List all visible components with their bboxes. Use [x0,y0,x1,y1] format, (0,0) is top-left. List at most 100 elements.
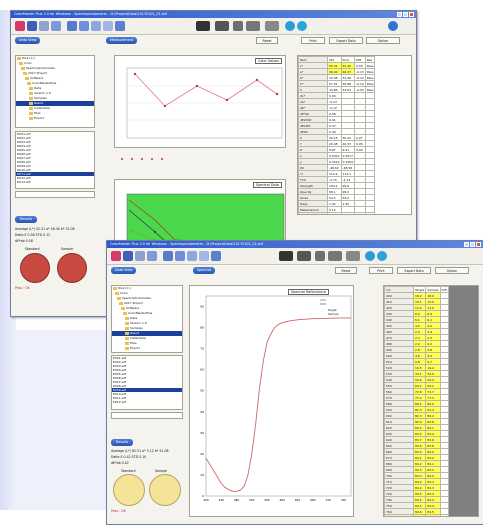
tool-star-icon[interactable] [163,251,173,261]
tool-camera-icon[interactable] [279,251,293,261]
print-button[interactable]: Print [369,267,393,274]
tab-data-view[interactable]: Data View [15,37,41,44]
pass-status: Pass : OK [111,509,126,513]
close-icon[interactable] [476,242,481,247]
tab-data-view[interactable]: Data View [111,267,137,274]
folder-tree[interactable]: Disk (C:) Color Spectrophotometer 2017 Proj… [111,285,183,353]
reset-button[interactable]: Reset [256,37,278,44]
tool-arrow-icon[interactable] [175,251,185,261]
tree-item-label: Calibration [130,336,147,340]
tool-print-icon[interactable] [103,21,113,31]
tree-item-label: Samples [130,326,143,330]
color-values-chart: Color Values [114,55,286,148]
tree-item-label: Files [130,341,137,345]
file-filter[interactable] [111,412,183,419]
table-row[interactable]: 77084.684.5 [384,514,449,516]
tree-item-label: ColorMasterPlus [128,311,153,315]
tool-ruler-icon[interactable] [315,251,325,261]
tool-open-icon[interactable] [135,251,145,261]
tool-device-icon[interactable] [328,251,342,261]
option-button[interactable]: Option [435,267,469,274]
tool-globe-icon[interactable] [297,21,307,31]
option-button[interactable]: Option [366,37,400,44]
tool-print-icon[interactable] [199,251,209,261]
maximize-icon[interactable] [470,242,475,247]
file-list[interactable]: D001.sdf D002.sdf D003.sdf D004.sdf D005.sdf… [15,131,95,189]
close-icon[interactable] [409,12,414,17]
tool-graph-icon[interactable] [115,21,125,31]
tool-list-icon[interactable] [187,251,197,261]
tool-arrow-icon[interactable] [79,21,89,31]
spectral-reflectance-chart: 0 10 20 30 40 50 60 70 80 90 400 440 480 520 560 600 640… [189,285,354,517]
folder-icon [125,341,129,345]
tool-graph-icon[interactable] [211,251,221,261]
back-window-title: ColorMaster Plus 3.0 for Windows - Spect… [14,12,167,16]
reset-button[interactable]: Reset [335,267,357,274]
tool-measure-icon[interactable] [265,21,279,31]
result-line-3: dE*ab 0.42 [111,461,129,465]
legend-sample: Sample [328,312,339,316]
x-tick-label: 440 [219,498,225,502]
table-cell: OK [327,212,342,214]
tool-save-icon[interactable] [147,251,157,261]
x-tick-label: 520 [249,498,255,502]
tool-paint-icon[interactable] [285,21,295,31]
pass-status: Pass : OK [15,286,30,290]
file-list-item[interactable]: E012.sdf [112,400,182,404]
tab-spectral[interactable]: Spectral [193,267,215,274]
export-data-button[interactable]: Export Data [397,267,431,274]
tool-device-icon[interactable] [246,21,260,31]
tool-list-icon[interactable] [91,21,101,31]
measurement-table[interactable]: Item Std Smp Diff Res L* 52.31 52.40 0.09 Pass a* 4… [297,55,412,215]
folder-tree[interactable]: Disk (C:) Color Spectrophotometer 2017 Proj… [15,55,95,128]
tool-edit-icon[interactable] [27,21,37,31]
minimize-icon[interactable] [464,242,469,247]
file-list[interactable]: E001.sdf E002.sdf E003.sdf E004.sdf E005.sdf… [111,355,183,410]
spectral-reflectance-plot: 0102030405060708090400 440 480 520 560 600 640… [200,295,352,502]
x-tick-label: 600 [280,498,286,502]
spectral-table[interactable]: nm Target Sample Diff 400 18.2 18.0 410 15.1 15.0… [383,285,479,517]
front-title-bar[interactable]: ColorMaster Plus 3.0 for Windows - Spect… [107,241,483,248]
tool-meter-icon[interactable] [297,251,311,261]
print-button[interactable]: Print [301,37,325,44]
tool-edit-icon[interactable] [123,251,133,261]
tool-ruler-icon[interactable] [233,21,243,31]
tool-check-icon[interactable] [15,21,25,31]
table-row[interactable]: ResultOK [298,212,376,214]
maximize-icon[interactable] [403,12,408,17]
tree-item-label: 2017 Project [28,71,47,75]
tool-check-icon[interactable] [111,251,121,261]
back-title-bar[interactable]: ColorMaster Plus 3.0 for Windows - Spect… [11,11,416,18]
folder-icon [125,331,129,335]
tree-item[interactable]: Export [112,346,182,351]
sample-color-swatch [57,253,87,283]
tree-item-label: Export [34,116,44,120]
tree-item-label: Disk (C:) [22,56,35,60]
file-filter[interactable] [15,191,95,198]
tool-open-icon[interactable] [39,21,49,31]
folder-icon [123,311,127,315]
file-list-item[interactable]: D013.sdf [16,180,94,184]
legend-strip [114,156,286,162]
tool-measure-icon[interactable] [346,251,360,261]
table-cell: 84.6 [412,514,427,516]
tool-globe-icon[interactable] [377,251,387,261]
table-cell [364,212,376,214]
tree-item[interactable]: Export [16,116,94,121]
tool-save-icon[interactable] [51,21,61,31]
tool-star-icon[interactable] [67,21,77,31]
tab-measurement[interactable]: Measurement [106,37,138,44]
export-data-button[interactable]: Export Data [329,37,363,44]
x-tick-label: 400 [203,498,209,502]
tree-item-label: Export [130,346,140,350]
help-icon[interactable] [388,21,398,31]
tool-paint-icon[interactable] [365,251,375,261]
tool-camera-icon[interactable] [196,21,210,31]
folder-icon [125,336,129,340]
folder-icon [29,91,33,95]
x-tick-label: 760 [341,498,347,502]
tool-meter-icon[interactable] [215,21,229,31]
tree-item-label: Color [120,291,128,295]
x-tick-label: 480 [234,498,240,502]
minimize-icon[interactable] [397,12,402,17]
